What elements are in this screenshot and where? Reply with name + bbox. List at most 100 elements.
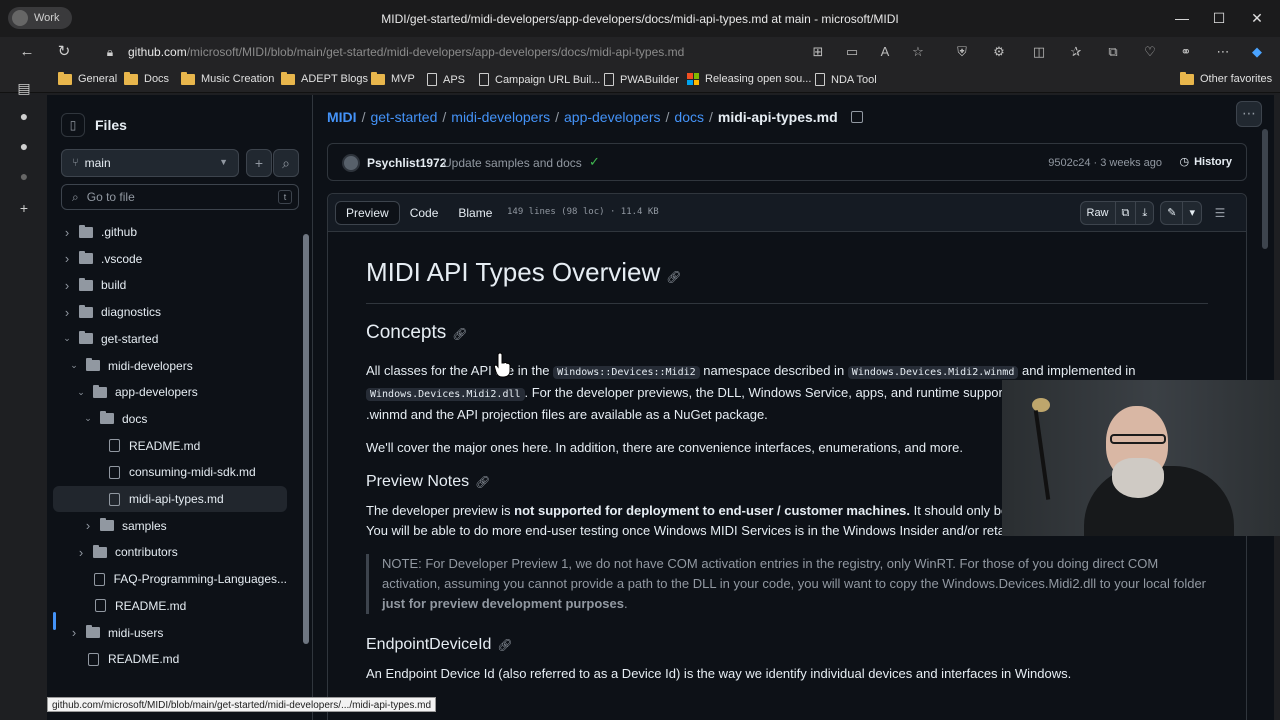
favorite-item[interactable]: Docs [124,71,169,85]
raw-button[interactable]: Raw [1081,202,1115,224]
performance-icon[interactable]: ♡ [1141,43,1159,61]
apps-icon[interactable]: ⊞ [809,43,827,61]
favorite-label: General [78,73,118,85]
chevron-right-icon[interactable]: › [61,305,73,320]
sidebar-scroll-thumb[interactable] [303,234,309,644]
tree-folder[interactable]: › build [53,272,287,298]
branch-selector[interactable]: ⑂ main ▼ [61,149,239,177]
breadcrumb-link[interactable]: get-started [370,109,437,125]
more-options-button[interactable]: ⋯ [1236,101,1262,127]
collapse-sidebar-icon[interactable]: ▯ [61,113,85,137]
breadcrumb-link[interactable]: app-developers [564,109,661,125]
chevron-right-icon[interactable]: › [82,518,94,533]
close-button[interactable]: ✕ [1247,8,1267,28]
github-tab-icon[interactable]: ● [15,167,33,185]
avatar[interactable] [342,154,360,172]
breadcrumb-link[interactable]: docs [674,109,704,125]
commit-author[interactable]: Psychlist1972 [367,156,446,170]
favorites-icon[interactable]: ✰ [1067,43,1085,61]
link-icon[interactable]: 🔗︎ [497,638,512,652]
add-file-button[interactable]: + [246,149,272,177]
tab-actions-icon[interactable]: ▤ [15,79,33,97]
chevron-down-icon[interactable]: ⌄ [68,360,80,371]
tree-folder[interactable]: ⌄ app-developers [53,379,287,405]
shopping-icon[interactable]: ▭ [843,43,861,61]
check-icon[interactable]: ✓ [589,154,600,170]
more-icon[interactable]: ⋯ [1214,43,1232,61]
favorite-item[interactable]: PWABuilder [604,73,679,86]
split-screen-icon[interactable]: ◫ [1030,43,1048,61]
chevron-down-icon[interactable]: ⌄ [61,333,73,344]
github-tab-icon[interactable]: ● [15,107,33,125]
tab-blame[interactable]: Blame [448,201,502,225]
chevron-right-icon[interactable]: › [61,251,73,266]
tree-folder[interactable]: › diagnostics [53,299,287,325]
tab-code[interactable]: Code [400,201,449,225]
back-icon[interactable]: ← [18,43,36,61]
tree-file[interactable]: README.md [53,433,287,459]
minimize-button[interactable]: — [1172,8,1192,28]
favorite-label: APS [443,73,466,86]
tree-folder[interactable]: › samples [53,513,287,539]
collections-icon[interactable]: ⧉ [1104,43,1122,61]
breadcrumb-link[interactable]: midi-developers [451,109,550,125]
favorite-item[interactable]: APS [427,73,465,86]
tree-folder[interactable]: › .github [53,219,287,245]
chevron-down-icon[interactable]: ⌄ [82,413,94,424]
pencil-icon[interactable]: ✎ [1161,202,1182,224]
tree-folder[interactable]: ⌄ midi-developers [53,353,287,379]
other-favorites[interactable]: Other favorites [1180,71,1272,85]
copilot-icon[interactable]: ◆ [1248,43,1266,61]
favorite-item[interactable]: NDA Tool [815,73,877,86]
breadcrumb-repo[interactable]: MIDI [327,109,357,125]
shield-icon[interactable]: ⛨ [953,43,971,61]
favorite-item[interactable]: Music Creation [181,71,274,85]
link-icon[interactable]: 🔗︎ [475,475,490,489]
chevron-right-icon[interactable]: › [61,225,73,240]
read-aloud-icon[interactable]: A [876,43,894,61]
commit-message[interactable]: Update samples and docs [443,156,582,170]
outline-icon[interactable]: ☰ [1208,201,1232,225]
favorite-item[interactable]: Campaign URL Buil... [479,73,600,86]
tree-folder[interactable]: › .vscode [53,246,287,272]
history-button[interactable]: ◷ History [1179,155,1232,169]
favorite-star-icon[interactable]: ☆ [909,43,927,61]
lock-icon[interactable]: 🔒︎ [101,43,119,61]
extensions-icon[interactable]: ⚙ [990,43,1008,61]
sidebar-scrollbar[interactable] [301,222,311,682]
share-icon[interactable]: ⚭ [1177,43,1195,61]
favorite-item[interactable]: Releasing open sou... [687,73,811,85]
chevron-down-icon[interactable]: ⌄ [75,387,87,398]
copy-icon[interactable]: ⧉ [1114,202,1136,224]
refresh-icon[interactable]: ↻ [55,43,73,61]
tree-file[interactable]: consuming-midi-sdk.md [53,459,287,485]
download-icon[interactable]: ⤓ [1135,202,1153,224]
tree-file[interactable]: FAQ-Programming-Languages... [53,566,287,592]
favorite-item[interactable]: ADEPT Blogs [281,71,368,85]
tree-file[interactable]: README.md [53,593,287,619]
github-tab-icon[interactable]: ● [15,137,33,155]
chevron-down-icon[interactable]: ▾ [1182,202,1201,224]
tree-file[interactable]: README.md [53,646,287,672]
favorite-item[interactable]: General [58,71,118,85]
page-scroll-thumb[interactable] [1262,129,1268,249]
go-to-file-input[interactable]: ⌕ Go to file t [61,184,299,210]
url-field[interactable]: github.com/microsoft/MIDI/blob/main/get-… [128,45,684,59]
new-tab-icon[interactable]: + [15,199,33,217]
copy-path-icon[interactable] [850,111,863,123]
tree-file[interactable]: midi-api-types.md [53,486,287,512]
chevron-right-icon[interactable]: › [75,545,87,560]
maximize-button[interactable]: ☐ [1209,8,1229,28]
commit-meta[interactable]: 9502c24 · 3 weeks ago [1048,157,1162,169]
link-icon[interactable]: 🔗︎ [452,327,467,341]
chevron-right-icon[interactable]: › [61,278,73,293]
tree-folder[interactable]: ⌄ get-started [53,326,287,352]
link-icon[interactable]: 🔗︎ [666,270,681,284]
chevron-right-icon[interactable]: › [68,625,80,640]
tab-preview[interactable]: Preview [335,201,400,225]
favorite-item[interactable]: MVP [371,71,415,85]
search-button[interactable]: ⌕ [273,149,299,177]
tree-folder[interactable]: › contributors [53,539,287,565]
tree-folder[interactable]: ⌄ docs [53,406,287,432]
tree-folder[interactable]: › midi-users [53,620,287,646]
